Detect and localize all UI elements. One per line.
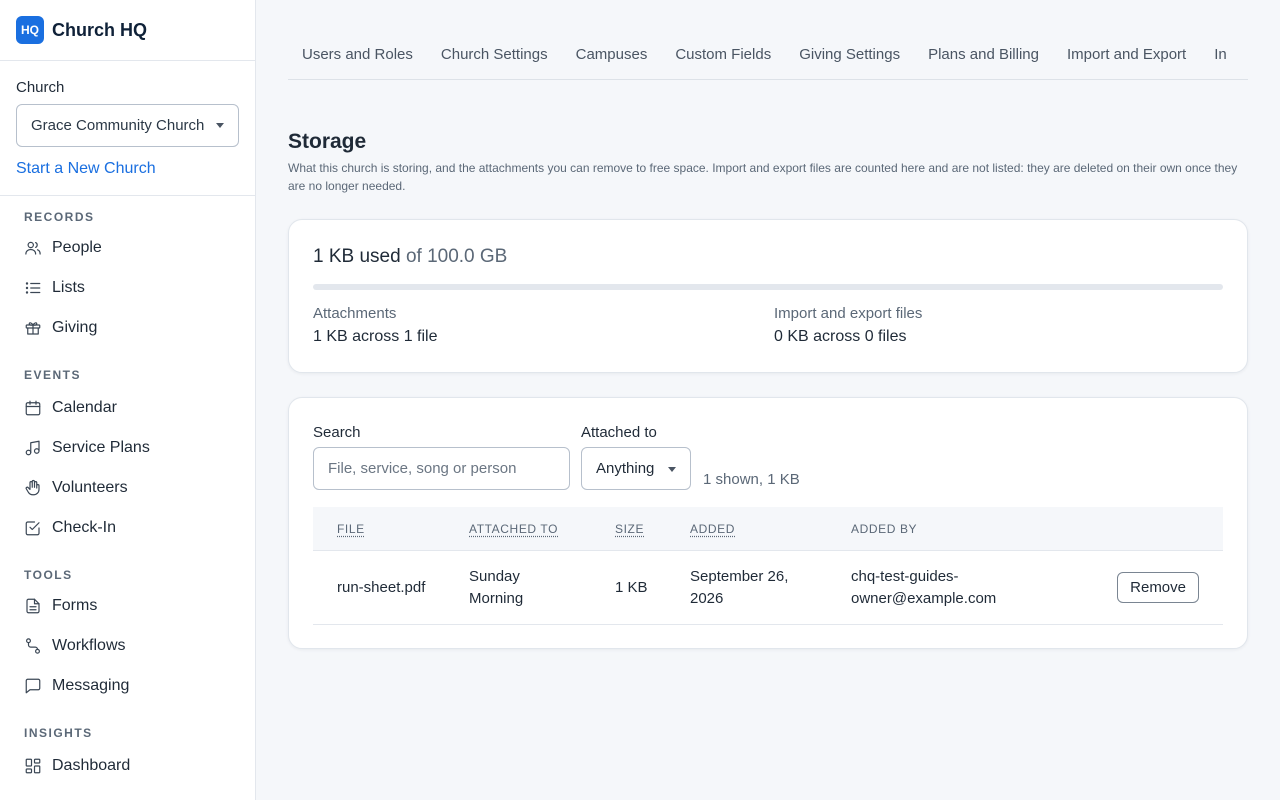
sidebar: HQ Church HQ Church Grace Community Chur… [0, 0, 256, 800]
brand[interactable]: HQ Church HQ [0, 0, 255, 61]
sidebar-item-check-in[interactable]: Check-In [24, 508, 231, 548]
attachments-value: 1 KB across 1 file [313, 328, 438, 345]
tab-giving-settings[interactable]: Giving Settings [785, 36, 914, 79]
cell-added-by: chq-test-guides-owner@example.com [851, 567, 997, 607]
brand-name: Church HQ [52, 19, 148, 40]
page-title: Storage [288, 130, 367, 153]
sidebar-item-people[interactable]: People [24, 228, 231, 268]
church-label: Church [16, 79, 65, 96]
nav-heading-insights: INSIGHTS [24, 726, 93, 740]
sidebar-item-label: Workflows [52, 637, 126, 654]
page-description: What this church is storing, and the att… [288, 161, 1238, 193]
sidebar-item-label: People [52, 239, 102, 256]
nav-records: RECORDS People Lists Giving [0, 210, 255, 348]
storage-usage-card: 1 KB used of 100.0 GB Attachments 1 KB a… [288, 219, 1248, 373]
chat-icon [24, 677, 42, 695]
sidebar-item-messaging[interactable]: Messaging [24, 666, 231, 706]
tab-overflow[interactable]: In [1200, 36, 1241, 79]
sidebar-item-label: Dashboard [52, 757, 131, 774]
sidebar-item-dashboard[interactable]: Dashboard [24, 746, 231, 786]
nav-tools: TOOLS Forms Workflows Messaging [0, 568, 255, 706]
usage-progress-bar [313, 284, 1223, 290]
gift-icon [24, 319, 42, 337]
column-header-added-by: ADDED BY [851, 521, 918, 536]
people-icon [24, 239, 42, 257]
sidebar-item-label: Service Plans [52, 439, 150, 456]
settings-tabs: Users and Roles Church Settings Campuses… [288, 36, 1248, 80]
table-row: run-sheet.pdf Sunday Morning 1 KB Septem… [313, 551, 1223, 625]
sidebar-item-label: Lists [52, 279, 85, 296]
usage-used: 1 KB used [313, 246, 401, 267]
column-header-added[interactable]: ADDED [690, 522, 820, 536]
sidebar-item-label: Volunteers [52, 479, 128, 496]
column-header-attached-to[interactable]: ATTACHED TO [469, 522, 569, 536]
attachments-card: Search Attached to Anything 1 shown, 1 K… [288, 397, 1248, 649]
tab-users-and-roles[interactable]: Users and Roles [288, 36, 427, 79]
list-icon [24, 279, 42, 297]
search-label: Search [313, 424, 361, 441]
chevron-down-icon [668, 467, 676, 472]
import-export-stat: Import and export files 0 KB across 0 fi… [774, 305, 922, 346]
column-header-file[interactable]: FILE [337, 522, 427, 536]
sidebar-item-lists[interactable]: Lists [24, 268, 231, 308]
attachments-stat: Attachments 1 KB across 1 file [313, 305, 438, 346]
church-select[interactable]: Grace Community Church [16, 104, 239, 147]
attached-to-label: Attached to [581, 424, 657, 441]
attached-to-select[interactable]: Anything [581, 447, 691, 490]
import-export-value: 0 KB across 0 files [774, 328, 907, 345]
music-note-icon [24, 439, 42, 457]
usage-total: of 100.0 GB [405, 246, 508, 267]
column-header-size[interactable]: SIZE [615, 522, 675, 536]
start-new-church-link[interactable]: Start a New Church [16, 160, 239, 178]
nav-heading-records: RECORDS [24, 210, 95, 224]
nav-heading-events: EVENTS [24, 368, 82, 382]
table-header: FILE ATTACHED TO SIZE ADDED ADDED BY [313, 507, 1223, 551]
nav-insights: INSIGHTS Dashboard [0, 726, 255, 786]
attachments-label: Attachments [313, 305, 397, 322]
sidebar-item-label: Giving [52, 319, 98, 336]
cell-added: September 26, 2026 [690, 567, 789, 607]
sidebar-item-volunteers[interactable]: Volunteers [24, 468, 231, 508]
tab-campuses[interactable]: Campuses [562, 36, 662, 79]
sidebar-item-forms[interactable]: Forms [24, 586, 231, 626]
sidebar-item-giving[interactable]: Giving [24, 308, 231, 348]
tab-church-settings[interactable]: Church Settings [427, 36, 562, 79]
sidebar-item-calendar[interactable]: Calendar [24, 388, 231, 428]
hand-icon [24, 479, 42, 497]
nav-events: EVENTS Calendar Service Plans Volunteers… [0, 368, 255, 548]
nav-heading-tools: TOOLS [24, 568, 73, 582]
tab-custom-fields[interactable]: Custom Fields [661, 36, 785, 79]
cell-attached-to: Sunday Morning [469, 567, 524, 607]
usage-headline: 1 KB used of 100.0 GB [313, 246, 507, 268]
document-icon [24, 597, 42, 615]
cell-size: 1 KB [615, 578, 648, 596]
sidebar-item-label: Messaging [52, 677, 130, 694]
import-export-label: Import and export files [774, 305, 923, 322]
results-summary: 1 shown, 1 KB [703, 471, 800, 488]
attached-to-value: Anything [596, 460, 655, 477]
sidebar-item-service-plans[interactable]: Service Plans [24, 428, 231, 468]
attachments-table: FILE ATTACHED TO SIZE ADDED ADDED BY run… [313, 507, 1223, 625]
remove-button[interactable]: Remove [1117, 572, 1199, 603]
sidebar-item-label: Check-In [52, 519, 117, 536]
tab-plans-and-billing[interactable]: Plans and Billing [914, 36, 1053, 79]
workflow-icon [24, 637, 42, 655]
sidebar-item-workflows[interactable]: Workflows [24, 626, 231, 666]
dashboard-icon [24, 757, 42, 775]
church-picker: Church Grace Community Church Start a Ne… [0, 61, 255, 196]
sidebar-item-label: Calendar [52, 399, 117, 416]
brand-logo: HQ [16, 16, 44, 44]
calendar-icon [24, 399, 42, 417]
sidebar-item-label: Forms [52, 597, 98, 614]
tab-import-and-export[interactable]: Import and Export [1053, 36, 1200, 79]
church-select-value: Grace Community Church [31, 117, 205, 134]
chevron-down-icon [216, 123, 224, 128]
checkbox-icon [24, 519, 42, 537]
cell-file[interactable]: run-sheet.pdf [337, 577, 427, 599]
search-input[interactable] [313, 447, 570, 490]
